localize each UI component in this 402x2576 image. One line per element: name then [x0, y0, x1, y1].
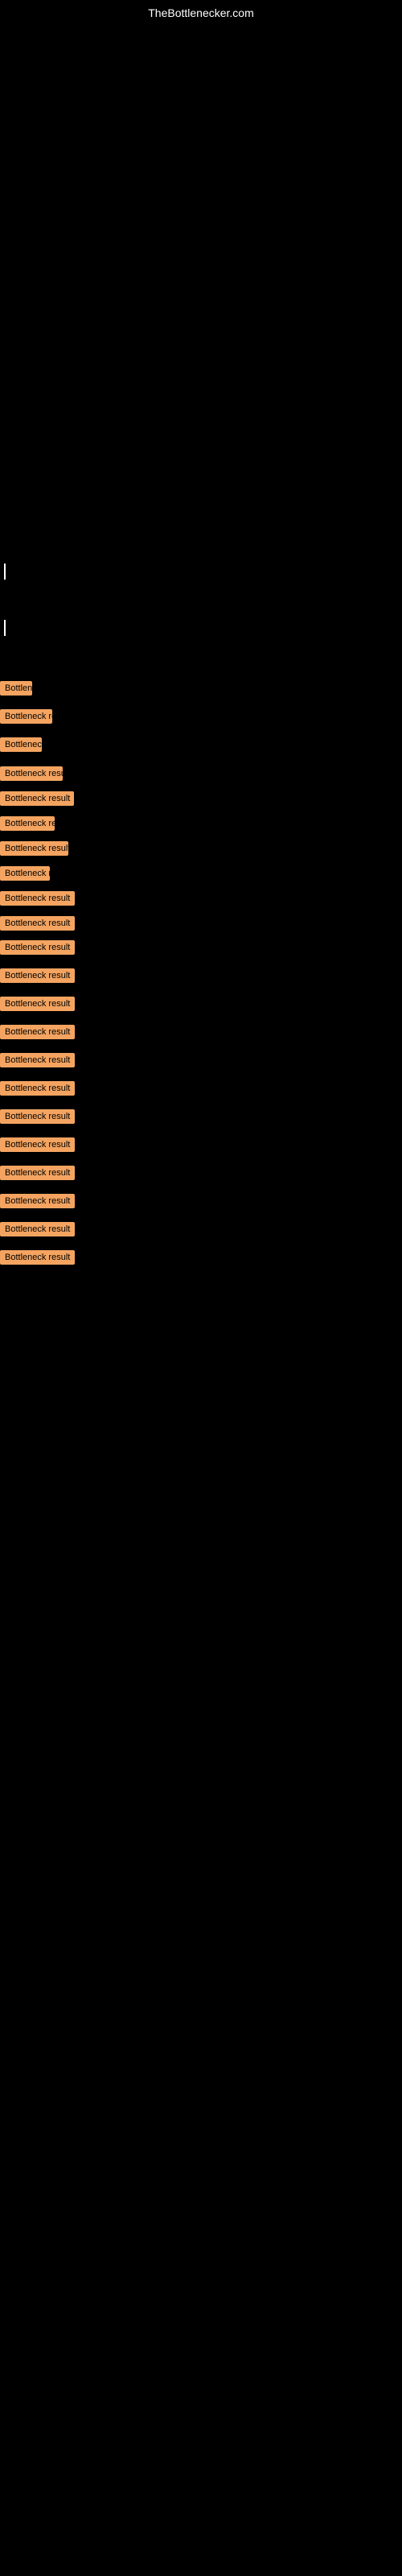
- list-item: Bottleneck result: [0, 1104, 402, 1133]
- list-item: Bottleneck result: [0, 1189, 402, 1217]
- content-area: Bottleneck result Bottleneck result Bott…: [0, 564, 402, 1274]
- list-item: Bottleneck result: [0, 964, 402, 992]
- bottleneck-badge[interactable]: Bottleneck result: [0, 791, 74, 806]
- list-item: Bottleneck result: [0, 811, 402, 836]
- bottleneck-badge[interactable]: Bottleneck result: [0, 1081, 75, 1096]
- bottleneck-badge[interactable]: Bottleneck result: [0, 1222, 75, 1236]
- bottleneck-badge[interactable]: Bottleneck result: [0, 766, 63, 781]
- list-item: Bottleneck result: [0, 1245, 402, 1274]
- list-item: Bottleneck result: [0, 1133, 402, 1161]
- list-item: Bottleneck result: [0, 1217, 402, 1245]
- bottleneck-badge[interactable]: Bottleneck result: [0, 1166, 75, 1180]
- list-item: Bottleneck result: [0, 733, 402, 761]
- gap-2: [0, 660, 402, 676]
- bottleneck-badge[interactable]: Bottleneck result: [0, 968, 75, 983]
- cursor-line-1: [4, 564, 6, 580]
- bottleneck-badge[interactable]: Bottleneck result: [0, 681, 32, 696]
- list-item: Bottleneck result: [0, 676, 402, 704]
- bottleneck-badge[interactable]: Bottleneck result: [0, 1053, 75, 1067]
- bottleneck-badge[interactable]: Bottleneck result: [0, 816, 55, 831]
- bottleneck-badge[interactable]: Bottleneck result: [0, 1250, 75, 1265]
- gap-1: [0, 604, 402, 620]
- bottleneck-badge[interactable]: Bottleneck result: [0, 737, 42, 752]
- list-item: Bottleneck result: [0, 1048, 402, 1076]
- bottleneck-badge[interactable]: Bottleneck result: [0, 916, 75, 931]
- list-item: Bottleneck result: [0, 836, 402, 861]
- bottleneck-badge[interactable]: Bottleneck result: [0, 709, 52, 724]
- list-item: Bottleneck result: [0, 704, 402, 733]
- list-item: Bottleneck result: [0, 761, 402, 786]
- list-item: Bottleneck result: [0, 1020, 402, 1048]
- bottleneck-badge[interactable]: Bottleneck result: [0, 1109, 75, 1124]
- list-item: Bottleneck result: [0, 992, 402, 1020]
- bottleneck-badge[interactable]: Bottleneck result: [0, 997, 75, 1011]
- list-item: Bottleneck result: [0, 935, 402, 964]
- bottleneck-badge[interactable]: Bottleneck result: [0, 1194, 75, 1208]
- list-item: Bottleneck result: [0, 910, 402, 935]
- list-item: Bottleneck result: [0, 786, 402, 811]
- bottleneck-badge[interactable]: Bottleneck result: [0, 891, 75, 906]
- bottleneck-badge[interactable]: Bottleneck result: [0, 866, 50, 881]
- bottleneck-badge[interactable]: Bottleneck result: [0, 1025, 75, 1039]
- list-item: Bottleneck result: [0, 1161, 402, 1189]
- list-item: Bottleneck result: [0, 886, 402, 910]
- bottleneck-badge[interactable]: Bottleneck result: [0, 1137, 75, 1152]
- site-title: TheBottlenecker.com: [148, 6, 254, 19]
- bottleneck-list: Bottleneck result Bottleneck result Bott…: [0, 676, 402, 1274]
- bottleneck-badge[interactable]: Bottleneck result: [0, 841, 68, 856]
- list-item: Bottleneck result: [0, 861, 402, 886]
- bottleneck-badge[interactable]: Bottleneck result: [0, 940, 75, 955]
- cursor-line-2: [4, 620, 6, 636]
- list-item: Bottleneck result: [0, 1076, 402, 1104]
